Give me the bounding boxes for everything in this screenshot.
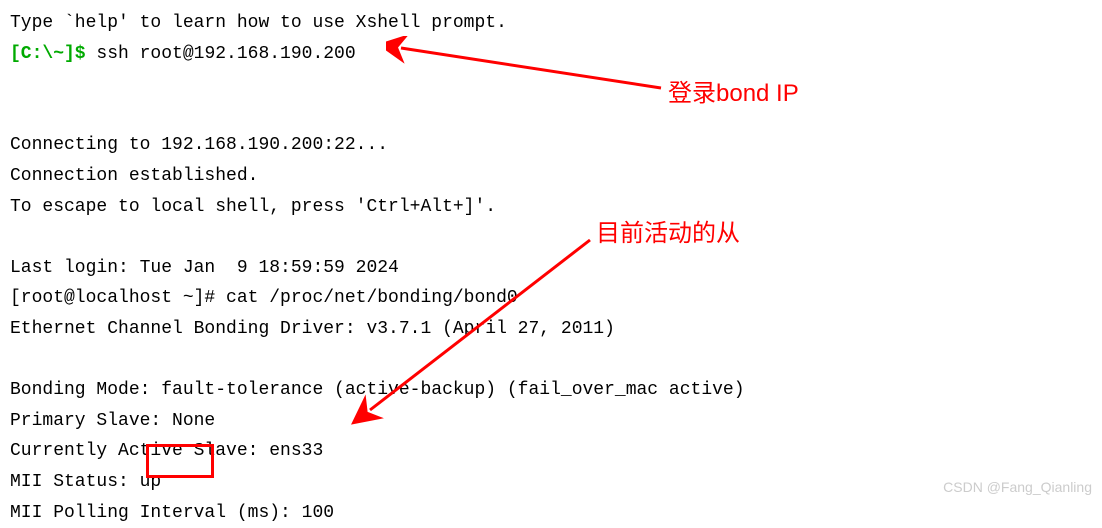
- active-slave-line: Currently Active Slave: ens33: [10, 436, 1092, 467]
- established-line: Connection established.: [10, 161, 1092, 192]
- blank-line: [10, 100, 1092, 131]
- annotation-current-active-slave: 目前活动的从: [596, 214, 740, 255]
- blank-line: [10, 222, 1092, 253]
- annotation-login-bond-ip: 登录bond IP: [668, 74, 799, 115]
- escape-line: To escape to local shell, press 'Ctrl+Al…: [10, 192, 1092, 223]
- last-login-line: Last login: Tue Jan 9 18:59:59 2024: [10, 253, 1092, 284]
- mii-status-line: MII Status: up: [10, 467, 1092, 498]
- bonding-mode-line: Bonding Mode: fault-tolerance (active-ba…: [10, 375, 1092, 406]
- prompt-prefix: [C:\~]$: [10, 44, 96, 64]
- ssh-command: ssh root@192.168.190.200: [96, 44, 355, 64]
- root-prompt-line: [root@localhost ~]# cat /proc/net/bondin…: [10, 283, 1092, 314]
- terminal-help-line: Type `help' to learn how to use Xshell p…: [10, 8, 1092, 39]
- terminal-prompt-line: [C:\~]$ ssh root@192.168.190.200: [10, 39, 1092, 70]
- primary-slave-line: Primary Slave: None: [10, 406, 1092, 437]
- blank-line: [10, 69, 1092, 100]
- driver-line: Ethernet Channel Bonding Driver: v3.7.1 …: [10, 314, 1092, 345]
- blank-line: [10, 345, 1092, 376]
- mii-polling-line: MII Polling Interval (ms): 100: [10, 498, 1092, 528]
- connecting-line: Connecting to 192.168.190.200:22...: [10, 130, 1092, 161]
- watermark-text: CSDN @Fang_Qianling: [943, 476, 1092, 500]
